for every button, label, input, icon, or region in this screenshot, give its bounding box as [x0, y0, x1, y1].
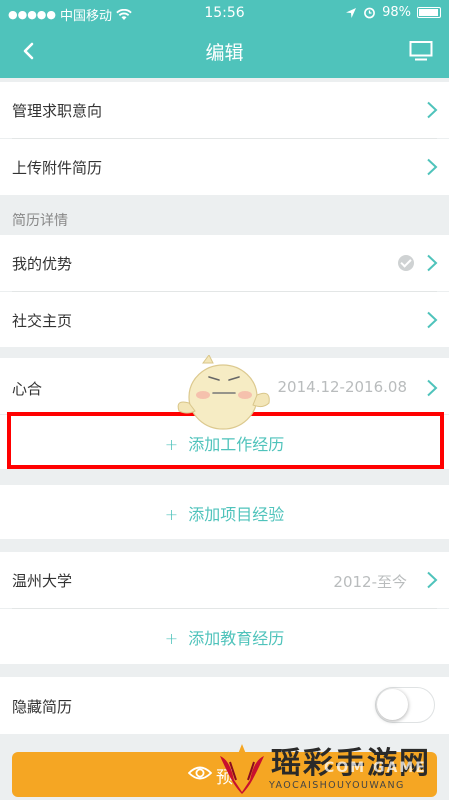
- chevron-right-icon: [427, 254, 438, 272]
- battery-percent: 98%: [382, 5, 411, 20]
- chevron-right-icon: [427, 158, 438, 176]
- add-education-label: 添加教育经历: [188, 629, 285, 648]
- page-title: 编辑: [205, 42, 244, 64]
- add-education-container: + 添加教育经历: [0, 609, 449, 664]
- education-row[interactable]: 温州大学 2012-至今: [0, 552, 449, 608]
- preview-screen-icon[interactable]: [409, 40, 433, 62]
- status-right: 98%: [345, 5, 441, 20]
- work-period: 2014.12-2016.08: [277, 378, 407, 396]
- watermark-overlay: COM GAME: [324, 760, 427, 776]
- mascot-illustration: [177, 355, 270, 430]
- navigation-bar: 编辑: [0, 26, 449, 78]
- my-strengths-label: 我的优势: [12, 255, 73, 273]
- chevron-right-icon: [427, 379, 438, 397]
- education-school-label: 温州大学: [12, 572, 73, 590]
- plus-icon: +: [164, 629, 179, 648]
- chevron-right-icon: [427, 571, 438, 589]
- plus-icon: +: [164, 505, 179, 524]
- hide-resume-toggle[interactable]: [375, 687, 435, 723]
- watermark-pinyin: YAOCAISHOUYOUWANG: [269, 780, 405, 791]
- alarm-icon: [364, 7, 375, 19]
- add-project-button[interactable]: + 添加项目经验: [0, 501, 449, 525]
- chevron-right-icon: [427, 101, 438, 119]
- watermark: 瑶彩手游网 COM GAME YAOCAISHOUYOUWANG: [216, 736, 449, 800]
- upload-attachment-row[interactable]: 上传附件简历: [0, 139, 449, 195]
- watermark-logo: [220, 744, 264, 794]
- work-company-label: 心合: [12, 380, 43, 398]
- status-bar: ●●●●● 中国移动 15:56 98%: [0, 0, 449, 26]
- battery-icon: [417, 7, 441, 18]
- social-homepage-label: 社交主页: [12, 312, 73, 330]
- hide-resume-label: 隐藏简历: [12, 698, 73, 716]
- manage-intent-label: 管理求职意向: [12, 102, 103, 120]
- add-project-label: 添加项目经验: [188, 505, 285, 524]
- education-period: 2012-至今: [333, 573, 407, 591]
- toggle-knob: [377, 689, 408, 720]
- chevron-right-icon: [427, 311, 438, 329]
- upload-attachment-label: 上传附件简历: [12, 159, 103, 177]
- add-project-container: + 添加项目经验: [0, 485, 449, 539]
- check-circle-icon: [398, 255, 414, 271]
- hide-resume-row: 隐藏简历: [0, 677, 449, 734]
- location-icon: [346, 7, 357, 18]
- my-strengths-row[interactable]: 我的优势: [0, 235, 449, 291]
- eye-icon: [188, 766, 212, 780]
- manage-intent-row[interactable]: 管理求职意向: [0, 82, 449, 138]
- add-education-button[interactable]: + 添加教育经历: [0, 625, 449, 649]
- section-title-resume-details: 简历详情: [12, 213, 68, 229]
- social-homepage-row[interactable]: 社交主页: [0, 292, 449, 347]
